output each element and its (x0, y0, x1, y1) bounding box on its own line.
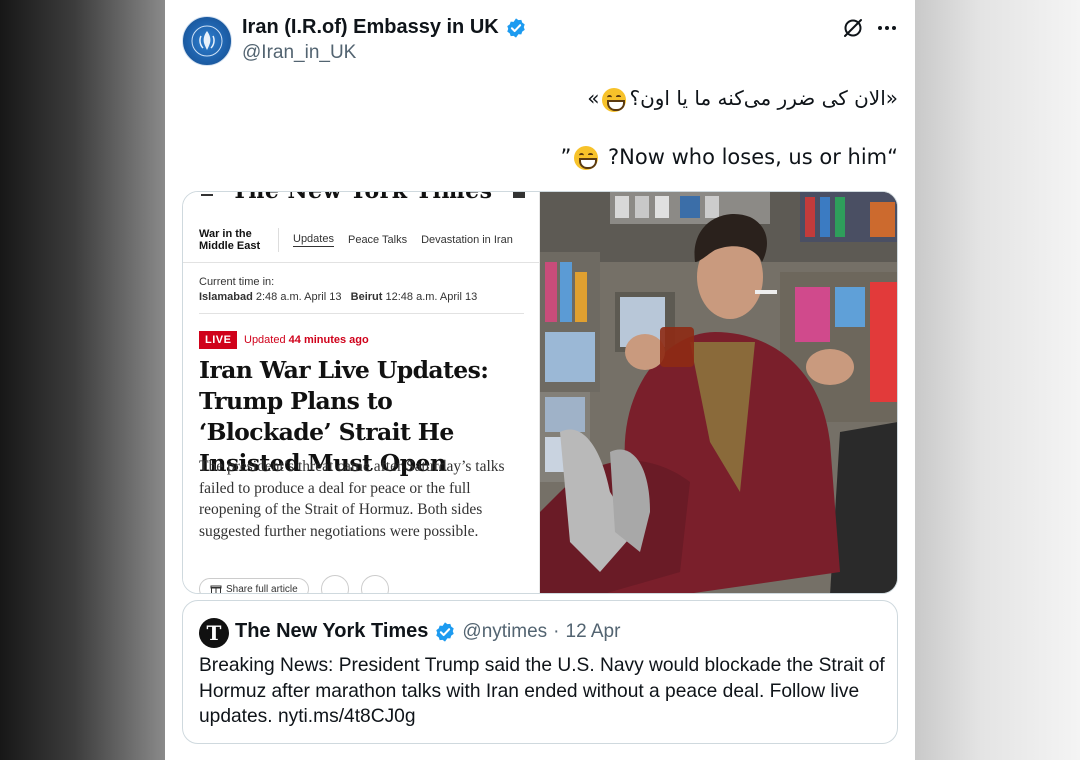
nyt-section-title: War in the Middle East (199, 228, 279, 252)
quoted-tweet-header: The New York Times @nytimes · 12 Apr (235, 620, 620, 643)
nyt-summary: The president’s threat came after Saturd… (199, 458, 505, 541)
nyt-section-nav: War in the Middle East Updates Peace Tal… (199, 220, 529, 260)
nyt-screenshot-image[interactable]: The New York Times War in the Middle Eas… (183, 192, 540, 594)
grinning-face-emoji-icon (574, 146, 599, 170)
photo-illustration (540, 192, 897, 593)
bookmark-icon (360, 575, 389, 593)
quoted-date[interactable]: 12 Apr (566, 621, 621, 643)
share-full-article-button: Share full article (199, 578, 309, 594)
display-name-text: Iran (I.R.of) Embassy in UK (242, 16, 499, 38)
nyt-updated-ago: 44 minutes ago (288, 334, 369, 346)
account-icon (513, 192, 525, 198)
live-badge: LIVE (199, 331, 238, 349)
separator-dot: · (553, 620, 560, 642)
handle[interactable]: @Iran_in_UK (242, 42, 356, 64)
display-name[interactable]: Iran (I.R.of) Embassy in UK (242, 16, 527, 39)
nyt-actions: Share full article (199, 575, 389, 594)
verified-badge-icon (507, 17, 525, 38)
quoted-handle[interactable]: @nytimes (462, 621, 547, 643)
iran-emblem-icon (191, 25, 223, 57)
quoted-display-name[interactable]: The New York Times (235, 620, 428, 643)
tweet-text-persian-body: «الان کی ضرر می‌کنه ما یا اون؟ (629, 86, 898, 110)
grinning-face-emoji-icon (602, 87, 627, 112)
tweet-text-persian: «الان کی ضرر می‌کنه ما یا اون؟ » (587, 86, 898, 112)
nyt-city-times: Islamabad 2:48 a.m. April 13 Beirut 12:4… (199, 291, 477, 303)
divider (199, 313, 524, 314)
quoted-tweet[interactable]: T The New York Times @nytimes · 12 Apr B… (182, 600, 898, 744)
tweet-text-english: “Now who loses, us or him? ” (560, 145, 898, 170)
tweet-card: Iran (I.R.of) Embassy in UK @Iran_in_UK … (165, 0, 915, 760)
nyt-updated-prefix: Updated (244, 334, 286, 346)
grok-icon[interactable] (841, 16, 865, 40)
nyt-tab-updates: Updates (293, 233, 334, 247)
tweet-text-english-body: “Now who loses, us or him? (601, 145, 898, 169)
tweet-text-english-close: ” (560, 145, 572, 169)
nyt-tab-peace-talks: Peace Talks (347, 234, 408, 246)
more-icon[interactable] (875, 16, 899, 40)
nyt-current-time-label: Current time in: (199, 276, 275, 288)
background-left (0, 0, 165, 760)
nyt-city1: Islamabad (199, 291, 253, 303)
gift-icon (210, 585, 222, 593)
man-drinking-tea-photo[interactable] (540, 192, 897, 593)
nyt-city2: Beirut (350, 291, 383, 303)
verified-badge-icon (436, 621, 455, 642)
nyt-time1: 2:48 a.m. April 13 (255, 291, 342, 303)
tweet-media[interactable]: The New York Times War in the Middle Eas… (182, 191, 898, 594)
background-right (915, 0, 1080, 760)
nyt-tab-devastation: Devastation in Iran (421, 234, 513, 246)
avatar[interactable] (182, 16, 232, 66)
nyt-updated: Updated 44 minutes ago (244, 334, 369, 346)
tweet-text-persian-close: » (587, 86, 600, 110)
nyt-avatar[interactable]: T (199, 618, 229, 648)
quoted-tweet-text: Breaking News: President Trump said the … (199, 655, 885, 727)
share-icon (320, 575, 349, 593)
divider (183, 262, 539, 263)
nyt-masthead: The New York Times (183, 192, 539, 204)
nyt-time2: 12:48 a.m. April 13 (385, 291, 478, 303)
share-full-article-label: Share full article (226, 583, 298, 594)
